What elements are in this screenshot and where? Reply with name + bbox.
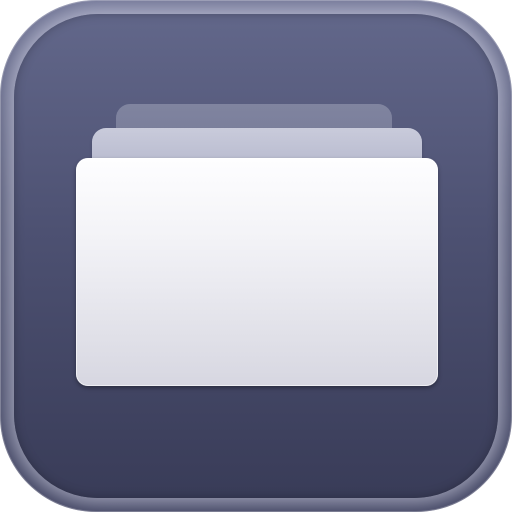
app-icon-frame [0,0,512,512]
app-icon [0,0,512,512]
folder-stack-icon [76,158,438,386]
